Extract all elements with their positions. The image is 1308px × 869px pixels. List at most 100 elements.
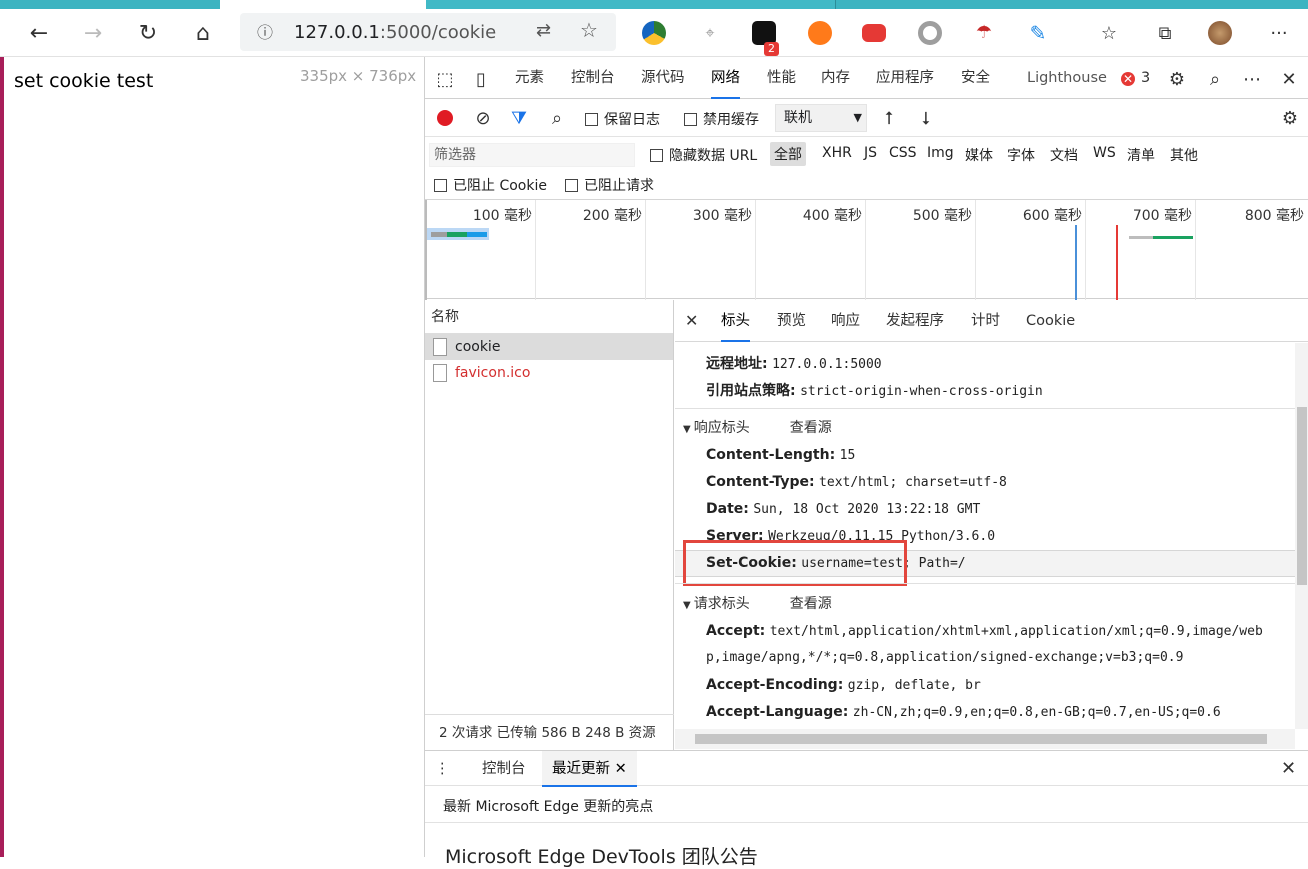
extension-cursor-icon[interactable]: ⌖ (698, 21, 722, 45)
detail-tab-headers[interactable]: 标头 (721, 300, 750, 342)
filter-type-xhr[interactable]: XHR (822, 145, 852, 161)
device-emulation-icon[interactable]: ▯ (469, 67, 493, 91)
view-source-link[interactable]: 查看源 (790, 596, 832, 612)
request-headers-section[interactable]: ▼ 请求标头 查看源 (683, 593, 832, 613)
detail-tab-preview[interactable]: 预览 (777, 300, 806, 342)
filter-type-font[interactable]: 字体 (1007, 145, 1035, 165)
favorites-icon[interactable]: ☆ (1092, 16, 1126, 50)
checkbox-box[interactable] (684, 112, 697, 126)
tab-lighthouse[interactable]: Lighthouse (1027, 57, 1107, 99)
refresh-icon[interactable]: ↻ (131, 16, 165, 50)
info-icon[interactable]: ⓘ (254, 20, 276, 42)
close-devtools-icon[interactable]: ✕ (1277, 67, 1301, 91)
detail-tab-cookie[interactable]: Cookie (1026, 300, 1075, 342)
drawer-tab-console[interactable]: 控制台 (482, 751, 526, 787)
request-row-favicon[interactable]: favicon.ico (425, 360, 673, 386)
address-url[interactable]: 127.0.0.1:5000/cookie (294, 22, 496, 43)
tab-security[interactable]: 安全 (961, 57, 990, 99)
error-count[interactable]: 3 (1141, 57, 1150, 99)
response-headers-section[interactable]: ▼ 响应标头 查看源 (683, 417, 832, 437)
extension-lifebuoy-icon[interactable] (808, 21, 832, 45)
scrollbar-thumb[interactable] (695, 734, 1267, 744)
address-bar[interactable]: ⓘ 127.0.0.1:5000/cookie ⇄ ☆ (240, 13, 616, 51)
vertical-scrollbar[interactable] (1295, 343, 1308, 729)
settings-gear-icon[interactable]: ⚙ (1165, 67, 1189, 91)
extension-youtube-icon[interactable] (862, 24, 886, 42)
network-overview-timeline[interactable]: 100 毫秒 200 毫秒 300 毫秒 400 毫秒 500 毫秒 600 毫… (425, 199, 1308, 300)
close-drawer-icon[interactable]: ✕ (1281, 751, 1296, 787)
detail-tab-initiator[interactable]: 发起程序 (886, 300, 944, 342)
translate-icon[interactable]: ⇄ (536, 20, 551, 41)
blocked-requests-checkbox[interactable]: 已阻止请求 (565, 175, 654, 195)
extension-umbrella-icon[interactable]: ☂ (972, 21, 996, 45)
hide-data-url-checkbox[interactable]: 隐藏数据 URL (650, 145, 757, 165)
tab-elements[interactable]: 元素 (515, 57, 544, 99)
tab-network[interactable]: 网络 (711, 57, 740, 99)
filter-type-doc[interactable]: 文档 (1050, 145, 1078, 165)
network-settings-gear-icon[interactable]: ⚙ (1278, 106, 1302, 130)
overview-column: 500 毫秒 (865, 200, 975, 300)
filter-type-css[interactable]: CSS (889, 145, 917, 161)
request-row-cookie[interactable]: cookie (425, 334, 673, 360)
scrollbar-thumb[interactable] (1297, 407, 1307, 585)
inspect-element-icon[interactable]: ⬚ (433, 67, 457, 91)
preserve-log-checkbox[interactable]: 保留日志 (585, 109, 660, 129)
filter-type-media[interactable]: 媒体 (965, 145, 993, 165)
record-icon[interactable] (433, 106, 457, 130)
export-har-icon[interactable]: ⭣ (914, 106, 938, 130)
view-source-link[interactable]: 查看源 (790, 420, 832, 436)
clear-icon[interactable]: ⊘ (471, 106, 495, 130)
extension-globe-icon[interactable] (642, 21, 666, 45)
throttle-value: 联机 (784, 110, 812, 126)
document-icon (433, 338, 447, 356)
feedback-icon[interactable]: ⌕ (1203, 67, 1227, 91)
favorite-star-icon[interactable]: ☆ (580, 18, 598, 42)
filter-input[interactable]: 筛选器 (429, 143, 635, 167)
drawer-tab-whats-new[interactable]: 最近更新 ✕ (542, 751, 637, 787)
back-arrow-icon[interactable]: ← (22, 16, 56, 50)
import-har-icon[interactable]: ⭡ (877, 106, 901, 130)
error-icon[interactable]: ✕ (1121, 72, 1135, 86)
close-tab-icon[interactable]: ✕ (615, 761, 627, 777)
extension-circle-icon[interactable] (918, 21, 942, 45)
detail-tab-timing[interactable]: 计时 (971, 300, 1000, 342)
search-icon[interactable]: ⌕ (545, 106, 569, 130)
page-content: set cookie test 335px × 736px (0, 57, 424, 857)
tab-memory[interactable]: 内存 (821, 57, 850, 99)
throttle-select[interactable]: 联机 ▼ (775, 104, 867, 132)
filter-funnel-icon[interactable]: ⧩ (507, 106, 531, 130)
filter-type-other[interactable]: 其他 (1170, 145, 1198, 165)
profile-avatar[interactable] (1208, 21, 1232, 45)
filter-type-img[interactable]: Img (927, 145, 954, 161)
detail-tab-response[interactable]: 响应 (831, 300, 860, 342)
home-icon[interactable]: ⌂ (186, 16, 220, 50)
filter-type-ws[interactable]: WS (1093, 145, 1116, 161)
request-list-header[interactable]: 名称 (425, 300, 673, 334)
checkbox-box[interactable] (434, 178, 447, 192)
tab-sources[interactable]: 源代码 (641, 57, 685, 99)
overview-request-bar (467, 232, 487, 237)
more-options-icon[interactable]: ⋯ (1240, 67, 1264, 91)
tab-console[interactable]: 控制台 (571, 57, 615, 99)
browser-tab[interactable] (426, 0, 836, 9)
extension-feather-icon[interactable]: ✎ (1026, 21, 1050, 45)
filter-type-all[interactable]: 全部 (770, 142, 806, 166)
checkbox-box[interactable] (650, 148, 663, 162)
filter-type-manifest[interactable]: 清单 (1127, 145, 1155, 165)
blocked-cookies-checkbox[interactable]: 已阻止 Cookie (434, 175, 547, 195)
close-detail-icon[interactable]: ✕ (685, 300, 698, 342)
more-menu-icon[interactable]: ··· (1262, 16, 1296, 50)
tab-application[interactable]: 应用程序 (876, 57, 934, 99)
tab-performance[interactable]: 性能 (767, 57, 796, 99)
forward-arrow-icon[interactable]: → (76, 16, 110, 50)
disable-cache-checkbox[interactable]: 禁用缓存 (684, 109, 759, 129)
horizontal-scrollbar[interactable] (675, 729, 1295, 749)
drawer-more-icon[interactable]: ⋮ (435, 751, 450, 787)
checkbox-box[interactable] (585, 112, 598, 126)
filter-type-js[interactable]: JS (864, 145, 877, 161)
whats-new-article-title[interactable]: Microsoft Edge DevTools 团队公告 (445, 842, 758, 869)
active-browser-tab[interactable] (220, 0, 426, 9)
collections-icon[interactable]: ⧉ (1148, 16, 1182, 50)
header-value: text/html,application/xhtml+xml,applicat… (769, 624, 1263, 639)
checkbox-box[interactable] (565, 178, 578, 192)
